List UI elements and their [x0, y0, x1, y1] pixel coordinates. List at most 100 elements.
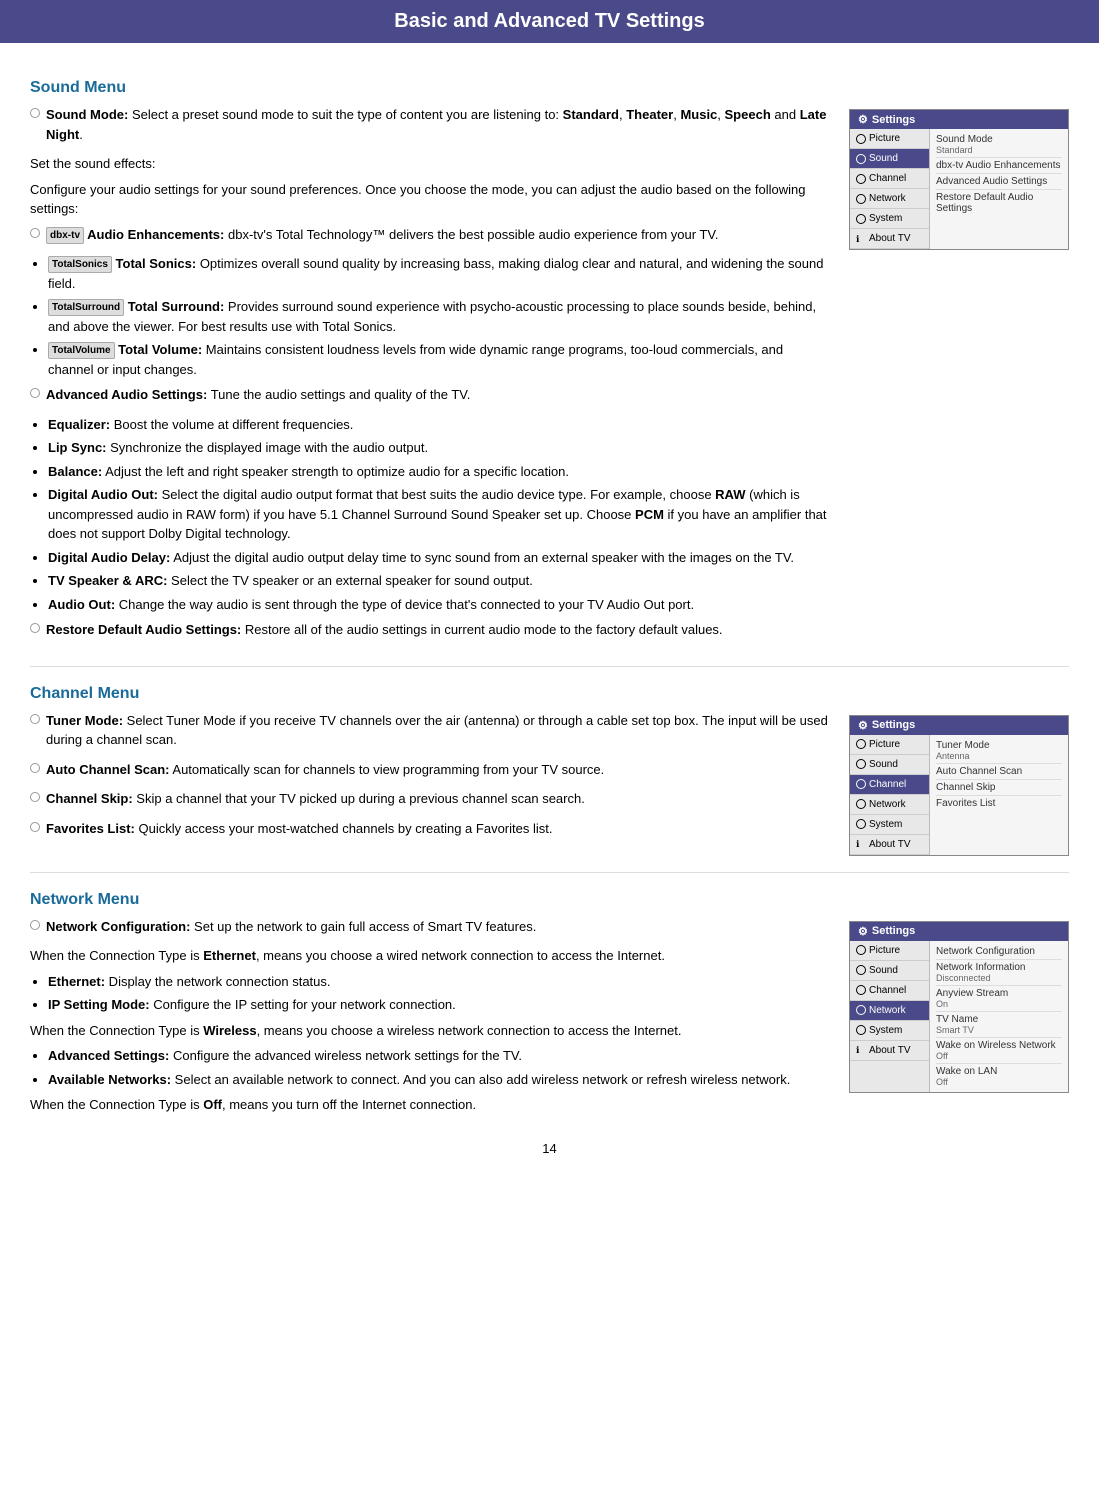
tvname-option-value: Smart TV [936, 1025, 1062, 1035]
net-menu-about[interactable]: ℹ About TV [850, 1041, 929, 1061]
ch-option-tuner[interactable]: Tuner Mode Antenna [936, 738, 1062, 764]
net-about-icon: ℹ [856, 1045, 866, 1055]
sound-option-restore[interactable]: Restore Default Audio Settings [936, 190, 1062, 216]
about-menu-icon: ℹ [856, 234, 866, 244]
main-content: Sound Menu Sound Mode: Select a preset s… [0, 43, 1099, 1186]
net-option-config[interactable]: Network Configuration [936, 944, 1062, 960]
wireless-sub-list: Advanced Settings: Configure the advance… [30, 1046, 829, 1089]
tuner-mode-item: Tuner Mode: Select Tuner Mode if you rec… [30, 711, 829, 756]
advanced-audio-label: Advanced Audio Settings: [46, 387, 207, 402]
bullet-icon [30, 763, 40, 773]
about-icon: ℹ [856, 839, 866, 849]
net-system-icon [856, 1025, 866, 1035]
tvname-option-label: TV Name [936, 1014, 1062, 1025]
net-option-tvname[interactable]: TV Name Smart TV [936, 1012, 1062, 1038]
ch-system-label: System [869, 819, 902, 830]
page-number: 14 [30, 1141, 1069, 1156]
net-info-option-value: Disconnected [936, 973, 1062, 983]
sound-menu-text: Sound Mode: Select a preset sound mode t… [30, 105, 829, 650]
net-option-wake-wireless[interactable]: Wake on Wireless Network Off [936, 1038, 1062, 1064]
net-menu-network[interactable]: Network [850, 1001, 929, 1021]
sound-mode-option-label: Sound Mode [936, 134, 1062, 145]
advanced-audio-text: Advanced Audio Settings: Tune the audio … [46, 385, 470, 405]
net-option-info[interactable]: Network Information Disconnected [936, 960, 1062, 986]
network-settings-menu: Picture Sound Channel [850, 941, 930, 1092]
net-menu-system[interactable]: System [850, 1021, 929, 1041]
balance-item: Balance: Adjust the left and right speak… [48, 462, 829, 482]
bullet-icon [30, 228, 40, 238]
bullet-icon [30, 388, 40, 398]
favorites-list-text: Favorites List: Quickly access your most… [46, 819, 552, 839]
audio-out-item: Audio Out: Change the way audio is sent … [48, 595, 829, 615]
advanced-audio-item: Advanced Audio Settings: Tune the audio … [30, 385, 829, 411]
ch-channel-label: Channel [869, 779, 906, 790]
network-config-item: Network Configuration: Set up the networ… [30, 917, 829, 943]
sound-menu-about[interactable]: ℹ About TV [850, 229, 929, 249]
anyview-option-value: On [936, 999, 1062, 1009]
system-menu-label: System [869, 213, 902, 224]
sound-panel-header: ⚙ Settings [850, 110, 1068, 129]
ch-network-label: Network [869, 799, 906, 810]
sound-option-mode[interactable]: Sound Mode Standard [936, 132, 1062, 158]
advanced-audio-sub-list: Equalizer: Boost the volume at different… [30, 415, 829, 615]
anyview-option-label: Anyview Stream [936, 988, 1062, 999]
restore-audio-item: Restore Default Audio Settings: Restore … [30, 620, 829, 646]
sound-mode-item: Sound Mode: Select a preset sound mode t… [30, 105, 829, 150]
sound-options-list: Sound Mode Standard dbx-tv Audio Enhance… [930, 129, 1068, 249]
net-option-anyview[interactable]: Anyview Stream On [936, 986, 1062, 1012]
net-info-option-label: Network Information [936, 962, 1062, 973]
ch-menu-about[interactable]: ℹ About TV [850, 835, 929, 855]
sound-menu-channel[interactable]: Channel [850, 169, 929, 189]
ch-menu-picture[interactable]: Picture [850, 735, 929, 755]
net-menu-sound[interactable]: Sound [850, 961, 929, 981]
favorites-list-label: Favorites List: [46, 821, 135, 836]
net-menu-channel[interactable]: Channel [850, 981, 929, 1001]
sound-option-dbx[interactable]: dbx-tv Audio Enhancements [936, 158, 1062, 174]
channel-menu-icon [856, 174, 866, 184]
sound-menu-network[interactable]: Network [850, 189, 929, 209]
sound-menu-picture[interactable]: Picture [850, 129, 929, 149]
ch-option-favorites[interactable]: Favorites List [936, 796, 1062, 811]
sound-menu-sound[interactable]: Sound [850, 149, 929, 169]
ch-menu-sound[interactable]: Sound [850, 755, 929, 775]
ch-menu-network[interactable]: Network [850, 795, 929, 815]
network-menu-section: Network Configuration: Set up the networ… [30, 917, 1069, 1121]
sound-option-advanced[interactable]: Advanced Audio Settings [936, 174, 1062, 190]
dbx-logo: dbx-tv [46, 227, 84, 244]
dbx-option-label: dbx-tv Audio Enhancements [936, 160, 1062, 171]
channel-skip-label: Channel Skip: [46, 791, 133, 806]
net-menu-picture[interactable]: Picture [850, 941, 929, 961]
net-sound-label: Sound [869, 965, 898, 976]
ch-option-auto-scan[interactable]: Auto Channel Scan [936, 764, 1062, 780]
channel-panel-header: ⚙ Settings [850, 716, 1068, 735]
ip-setting-item: IP Setting Mode: Configure the IP settin… [48, 995, 829, 1015]
network-panel-body: Picture Sound Channel [850, 941, 1068, 1092]
picture-menu-icon [856, 134, 866, 144]
ch-menu-system[interactable]: System [850, 815, 929, 835]
ch-menu-channel[interactable]: Channel [850, 775, 929, 795]
channel-skip-text: Channel Skip: Skip a channel that your T… [46, 789, 585, 809]
lip-sync-item: Lip Sync: Synchronize the displayed imag… [48, 438, 829, 458]
sound-menu-system[interactable]: System [850, 209, 929, 229]
divider-2 [30, 872, 1069, 873]
off-intro-text: When the Connection Type is Off, means y… [30, 1095, 829, 1115]
restore-audio-label: Restore Default Audio Settings: [46, 622, 241, 637]
tuner-mode-text: Tuner Mode: Select Tuner Mode if you rec… [46, 711, 829, 750]
net-about-label: About TV [869, 1045, 911, 1056]
network-panel-header: ⚙ Settings [850, 922, 1068, 941]
tuner-option-label: Tuner Mode [936, 740, 1062, 751]
bullet-icon [30, 792, 40, 802]
sound-panel-body: Picture Sound Channel [850, 129, 1068, 249]
tv-speaker-arc-item: TV Speaker & ARC: Select the TV speaker … [48, 571, 829, 591]
ch-about-label: About TV [869, 839, 911, 850]
channel-skip-item: Channel Skip: Skip a channel that your T… [30, 789, 829, 815]
picture-menu-label: Picture [869, 133, 900, 144]
sound-mode-text: Sound Mode: Select a preset sound mode t… [46, 105, 829, 144]
network-config-label: Network Configuration: [46, 919, 190, 934]
net-option-wake-lan[interactable]: Wake on LAN Off [936, 1064, 1062, 1089]
total-surround-logo: TotalSurround [48, 299, 124, 316]
ch-option-skip[interactable]: Channel Skip [936, 780, 1062, 796]
network-settings-panel: ⚙ Settings Picture Sound [849, 921, 1069, 1093]
total-surround-label: TotalSurround Total Surround: [48, 299, 224, 314]
ethernet-sub-list: Ethernet: Display the network connection… [30, 972, 829, 1015]
